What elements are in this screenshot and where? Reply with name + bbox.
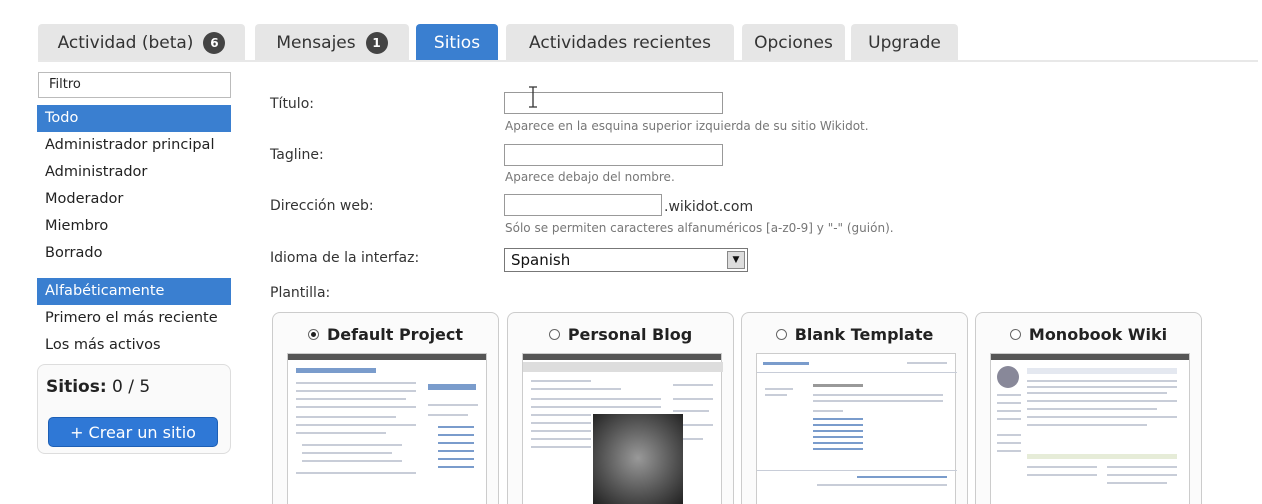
sort-newest[interactable]: Primero el más reciente [37, 305, 231, 332]
dropdown-arrow-icon[interactable]: ▼ [727, 251, 745, 269]
template-preview-image [990, 353, 1190, 504]
notification-badge: 1 [365, 32, 388, 54]
role-filter-list: Todo Administrador principal Administrad… [37, 105, 231, 267]
web-address-suffix: .wikidot.com [664, 199, 754, 215]
role-filter-master-admin[interactable]: Administrador principal [37, 132, 231, 159]
tab-label: Opciones [754, 33, 833, 53]
wiki-logo-icon [997, 366, 1019, 388]
tab-sites[interactable]: Sitios [416, 24, 498, 62]
role-filter-admin[interactable]: Administrador [37, 159, 231, 186]
web-address-hint: Sólo se permiten caracteres alfanumérico… [505, 221, 894, 235]
role-filter-member[interactable]: Miembro [37, 213, 231, 240]
template-radio-button[interactable] [307, 329, 319, 340]
template-card-header: Monobook Wiki [976, 325, 1201, 344]
tab-label: Actividad (beta) [57, 33, 194, 53]
web-address-label: Dirección web: [270, 198, 374, 214]
template-card-monobook-wiki[interactable]: Monobook Wiki [975, 312, 1202, 504]
template-card-header: Personal Blog [508, 325, 733, 344]
template-card-header: Default Project [273, 325, 498, 344]
text-cursor-icon [529, 86, 537, 108]
template-name: Monobook Wiki [1028, 325, 1168, 344]
role-filter-all[interactable]: Todo [37, 105, 231, 132]
tagline-input[interactable] [504, 144, 723, 166]
tab-options[interactable]: Opciones [742, 24, 845, 62]
template-radio-button[interactable] [548, 329, 560, 340]
sort-list: Alfabéticamente Primero el más reciente … [37, 278, 231, 359]
sites-counter: Sitios: 0 / 5 [46, 377, 150, 397]
sites-count-value: 0 / 5 [112, 377, 151, 397]
template-name: Blank Template [794, 325, 934, 344]
tab-messages[interactable]: Mensajes 1 [255, 24, 409, 62]
sort-alphabetical[interactable]: Alfabéticamente [37, 278, 231, 305]
language-selected-value: Spanish [511, 251, 571, 269]
tab-label: Mensajes [276, 33, 356, 53]
tab-label: Upgrade [868, 33, 941, 53]
template-card-blank-template[interactable]: Blank Template [741, 312, 968, 504]
cat-photo-icon [593, 414, 683, 504]
tagline-hint: Aparece debajo del nombre. [505, 170, 675, 184]
template-radio-button[interactable] [775, 329, 787, 340]
tagline-label: Tagline: [270, 147, 324, 163]
title-label: Título: [270, 96, 314, 112]
web-address-input[interactable] [504, 194, 662, 216]
sites-label: Sitios: [46, 377, 107, 397]
create-site-button[interactable]: + Crear un sitio [48, 417, 218, 447]
role-filter-deleted[interactable]: Borrado [37, 240, 231, 267]
tab-divider [38, 60, 1258, 62]
template-name: Default Project [326, 325, 464, 344]
template-label: Plantilla: [270, 285, 331, 301]
sites-panel: Sitios: 0 / 5 + Crear un sitio [37, 364, 231, 454]
language-select[interactable]: Spanish ▼ [504, 248, 748, 272]
template-preview-image [756, 353, 957, 504]
filter-input[interactable]: Filtro [38, 72, 231, 98]
notification-badge: 6 [203, 32, 226, 54]
template-card-default-project[interactable]: Default Project [272, 312, 499, 504]
tab-label: Actividades recientes [529, 33, 711, 53]
template-card-header: Blank Template [742, 325, 967, 344]
tab-recent-activities[interactable]: Actividades recientes [506, 24, 734, 62]
tab-upgrade[interactable]: Upgrade [851, 24, 958, 62]
sort-most-active[interactable]: Los más activos [37, 332, 231, 359]
template-preview-image [522, 353, 723, 504]
template-name: Personal Blog [567, 325, 693, 344]
language-label: Idioma de la interfaz: [270, 250, 420, 266]
tab-bar: Actividad (beta) 6 Mensajes 1 Sitios Act… [0, 0, 1262, 62]
template-preview-image [287, 353, 487, 504]
template-card-personal-blog[interactable]: Personal Blog [507, 312, 734, 504]
role-filter-moderator[interactable]: Moderador [37, 186, 231, 213]
template-radio-button[interactable] [1009, 329, 1021, 340]
title-hint: Aparece en la esquina superior izquierda… [505, 119, 869, 133]
tab-activity[interactable]: Actividad (beta) 6 [38, 24, 245, 62]
tab-label: Sitios [433, 33, 481, 53]
